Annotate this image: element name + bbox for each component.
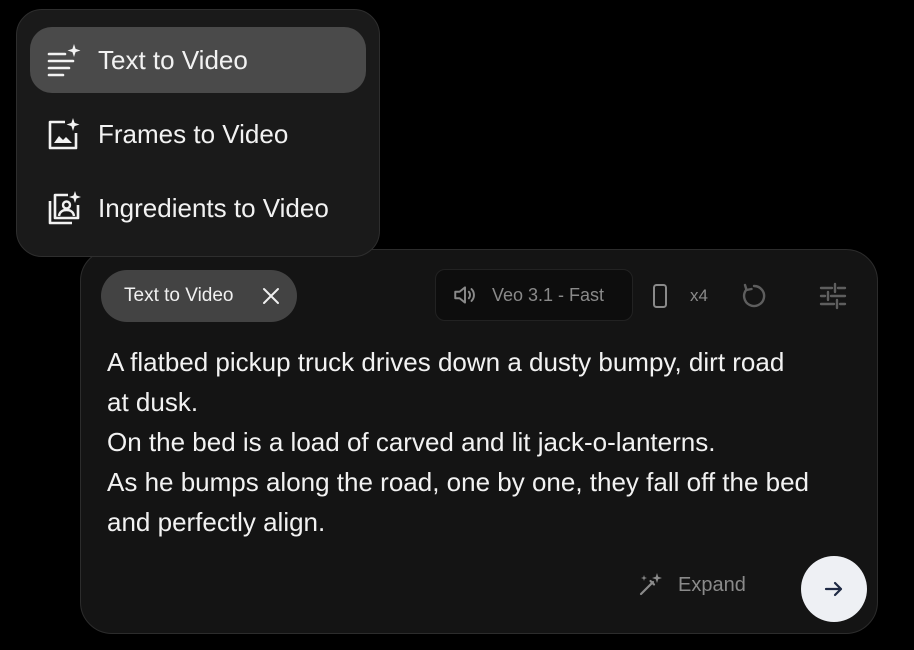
menu-item-label: Frames to Video bbox=[98, 118, 289, 149]
prompt-panel: Text to Video Veo 3.1 - Fast x4 A flatbe… bbox=[80, 249, 878, 634]
arrow-right-icon bbox=[824, 581, 843, 597]
menu-item-ingredients-to-video[interactable]: Ingredients to Video bbox=[30, 175, 366, 241]
mode-chip-label: Text to Video bbox=[124, 285, 234, 306]
expand-label: Expand bbox=[678, 573, 746, 596]
menu-item-label: Ingredients to Video bbox=[98, 192, 329, 223]
menu-item-text-to-video[interactable]: Text to Video bbox=[30, 27, 366, 93]
image-sparkle-icon bbox=[48, 118, 80, 150]
gallery-person-sparkle-icon bbox=[48, 191, 81, 225]
prompt-textarea[interactable]: A flatbed pickup truck drives down a dus… bbox=[107, 342, 852, 542]
sliders-icon[interactable] bbox=[818, 281, 848, 311]
refresh-icon[interactable] bbox=[739, 281, 769, 311]
text-sparkle-icon bbox=[47, 44, 81, 77]
output-count-label: x4 bbox=[690, 286, 708, 305]
model-selector[interactable]: Veo 3.1 - Fast bbox=[435, 269, 633, 321]
aspect-count-button[interactable]: x4 bbox=[646, 280, 714, 312]
mode-menu: Text to Video Frames to Video Ingredient… bbox=[16, 9, 380, 257]
send-button[interactable] bbox=[801, 556, 867, 622]
close-icon[interactable] bbox=[259, 284, 283, 308]
portrait-phone-icon bbox=[653, 284, 667, 308]
app-root: Text to Video Veo 3.1 - Fast x4 A flatbe… bbox=[0, 0, 914, 650]
expand-button[interactable]: Expand bbox=[636, 568, 746, 602]
model-label: Veo 3.1 - Fast bbox=[492, 284, 605, 305]
mode-chip[interactable]: Text to Video bbox=[101, 270, 297, 322]
magic-wand-icon bbox=[639, 573, 662, 596]
sound-on-icon bbox=[454, 286, 475, 304]
menu-item-label: Text to Video bbox=[98, 44, 248, 75]
menu-item-frames-to-video[interactable]: Frames to Video bbox=[30, 101, 366, 167]
